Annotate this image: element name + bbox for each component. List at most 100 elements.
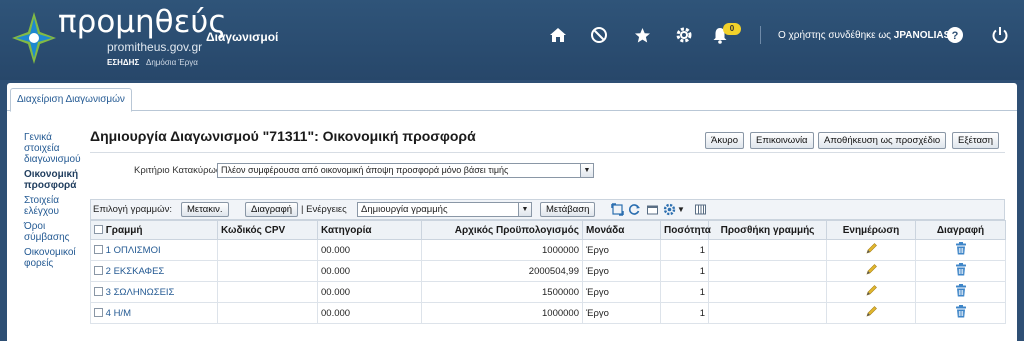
row-checkbox[interactable] — [94, 287, 103, 297]
page-title: Δημιουργία Διαγωνισμού "71311": Οικονομι… — [90, 128, 476, 144]
side-navigation: Γενικά στοιχεία διαγωνισμού Οικονομική π… — [24, 132, 86, 273]
quantity-cell: 1 — [660, 260, 709, 282]
chevron-down-icon[interactable]: ▼ — [580, 164, 593, 177]
save-draft-button[interactable]: Αποθήκευση ως προσχέδιο — [818, 132, 947, 149]
tab-bar: Διαχείριση Διαγωνισμών — [7, 83, 1017, 112]
unit-cell: Έργο — [582, 239, 661, 261]
gear-icon[interactable] — [673, 24, 695, 46]
unit-cell: Έργο — [582, 281, 661, 303]
expand-icon[interactable] — [611, 203, 624, 216]
brand-esidis: ΕΣΗΔΗΣ — [107, 58, 140, 67]
tab-tender-management[interactable]: Διαχείριση Διαγωνισμών — [10, 88, 132, 112]
budget-cell: 1000000 — [421, 239, 583, 261]
column-header-delete: Διαγραφή — [915, 220, 1006, 240]
delete-cell — [915, 260, 1006, 282]
table-row: 3 ΣΩΛΗΝΩΣΕΙΣ 00.000 1500000 Έργο 1 — [90, 281, 1006, 303]
line-link[interactable]: 2 ΕΚΣΚΑΦΕΣ — [106, 266, 165, 277]
column-header-cpv: Κωδικός CPV — [217, 220, 318, 240]
table-toolbar: Επιλογή γραμμών: Μετακιν. Διαγραφή | Ενέ… — [90, 199, 1005, 220]
line-link[interactable]: 3 ΣΩΛΗΝΩΣΕΙΣ — [106, 287, 175, 298]
refresh-icon[interactable] — [628, 203, 641, 216]
trash-icon[interactable] — [955, 284, 967, 300]
table-row: 2 ΕΚΣΚΑΦΕΣ 00.000 2000504,99 Έργο 1 — [90, 260, 1006, 282]
actions-select-value: Δημιουργία γραμμής — [361, 204, 448, 215]
brand-url: promitheus.gov.gr — [107, 40, 203, 54]
trash-icon[interactable] — [955, 242, 967, 258]
settings-gear-icon[interactable] — [663, 203, 676, 216]
quantity-cell: 1 — [660, 239, 709, 261]
table-row: 1 ΟΠΛΙΣΜΟΙ 00.000 1000000 Έργο 1 — [90, 239, 1006, 261]
column-header-line[interactable]: Γραμμή — [90, 220, 218, 240]
pencil-icon[interactable] — [865, 306, 878, 321]
update-cell — [826, 281, 916, 303]
column-header-category: Κατηγορία — [317, 220, 422, 240]
column-header-budget: Αρχικός Προϋπολογισμός — [421, 220, 583, 240]
actions-select[interactable]: Δημιουργία γραμμής ▼ — [357, 202, 532, 217]
chevron-down-icon[interactable]: ▼ — [518, 203, 531, 216]
pencil-icon[interactable] — [865, 264, 878, 279]
category-cell: 00.000 — [317, 239, 422, 261]
title-divider — [90, 152, 1005, 153]
go-button[interactable]: Μετάβαση — [540, 202, 596, 217]
add-line-cell — [708, 239, 827, 261]
username: JPANOLIAS — [893, 30, 951, 41]
actions-label: | Ενέργειες — [301, 204, 347, 215]
add-line-cell — [708, 281, 827, 303]
row-checkbox[interactable] — [94, 245, 103, 255]
delete-cell — [915, 281, 1006, 303]
column-header-add-line: Προσθήκη γραμμής — [708, 220, 827, 240]
unit-cell: Έργο — [582, 260, 661, 282]
row-checkbox[interactable] — [94, 266, 103, 276]
brand-section: Διαγωνισμοί — [206, 30, 279, 44]
pencil-icon[interactable] — [865, 243, 878, 258]
header-divider — [760, 26, 761, 44]
home-icon[interactable] — [547, 24, 569, 46]
detach-icon[interactable] — [646, 203, 659, 216]
trash-icon[interactable] — [955, 263, 967, 279]
brand-public-works: Δημόσια Έργα — [146, 58, 198, 67]
cpv-cell — [217, 302, 318, 324]
budget-cell: 1500000 — [421, 281, 583, 303]
cpv-cell — [217, 260, 318, 282]
delete-cell — [915, 302, 1006, 324]
sidenav-item-economic-operators[interactable]: Οικονομικοί φορείς — [24, 247, 86, 269]
column-header-quantity: Ποσότητα — [660, 220, 711, 240]
notification-badge: 0 — [723, 23, 741, 35]
trash-icon[interactable] — [955, 305, 967, 321]
line-link[interactable]: 1 ΟΠΛΙΣΜΟΙ — [106, 245, 161, 256]
budget-cell: 2000504,99 — [421, 260, 583, 282]
columns-icon[interactable] — [694, 203, 707, 216]
add-line-cell — [708, 302, 827, 324]
sidenav-item-financial-offer[interactable]: Οικονομική προσφορά — [24, 169, 86, 191]
table-row: 4 Η/Μ 00.000 1000000 Έργο 1 — [90, 302, 1006, 324]
help-icon[interactable]: ? — [944, 24, 966, 46]
power-icon[interactable] — [989, 24, 1011, 46]
select-all-checkbox[interactable] — [94, 225, 103, 235]
cancel-button[interactable]: Άκυρο — [705, 132, 744, 149]
line-cell: 3 ΣΩΛΗΝΩΣΕΙΣ — [90, 281, 218, 303]
budget-cell: 1000000 — [421, 302, 583, 324]
update-cell — [826, 260, 916, 282]
block-icon[interactable] — [588, 24, 610, 46]
award-criterion-select[interactable]: Πλέον συμφέρουσα από οικονομική άποψη πρ… — [217, 163, 594, 178]
review-button[interactable]: Εξέταση — [952, 132, 1000, 149]
lines-table: Γραμμή Κωδικός CPV Κατηγορία Αρχικός Προ… — [90, 220, 1006, 324]
sidenav-item-general[interactable]: Γενικά στοιχεία διαγωνισμού — [24, 132, 86, 165]
star-icon[interactable] — [631, 24, 653, 46]
row-checkbox[interactable] — [94, 308, 103, 318]
select-rows-label: Επιλογή γραμμών: — [93, 204, 172, 215]
move-button[interactable]: Μετακιν. — [181, 202, 229, 217]
contact-button[interactable]: Επικοινωνία — [750, 132, 814, 149]
delete-rows-button[interactable]: Διαγραφή — [245, 202, 299, 217]
unit-cell: Έργο — [582, 302, 661, 324]
line-link[interactable]: 4 Η/Μ — [106, 308, 131, 319]
svg-text:?: ? — [952, 30, 959, 42]
caret-down-icon[interactable]: ▼ — [677, 203, 690, 216]
add-line-cell — [708, 260, 827, 282]
sidenav-item-control[interactable]: Στοιχεία ελέγχου — [24, 195, 86, 217]
brand-wordmark: προμηθεύς — [58, 4, 227, 40]
table-header-row: Γραμμή Κωδικός CPV Κατηγορία Αρχικός Προ… — [90, 220, 1006, 240]
category-cell: 00.000 — [317, 302, 422, 324]
pencil-icon[interactable] — [865, 285, 878, 300]
sidenav-item-terms[interactable]: Όροι σύμβασης — [24, 221, 86, 243]
